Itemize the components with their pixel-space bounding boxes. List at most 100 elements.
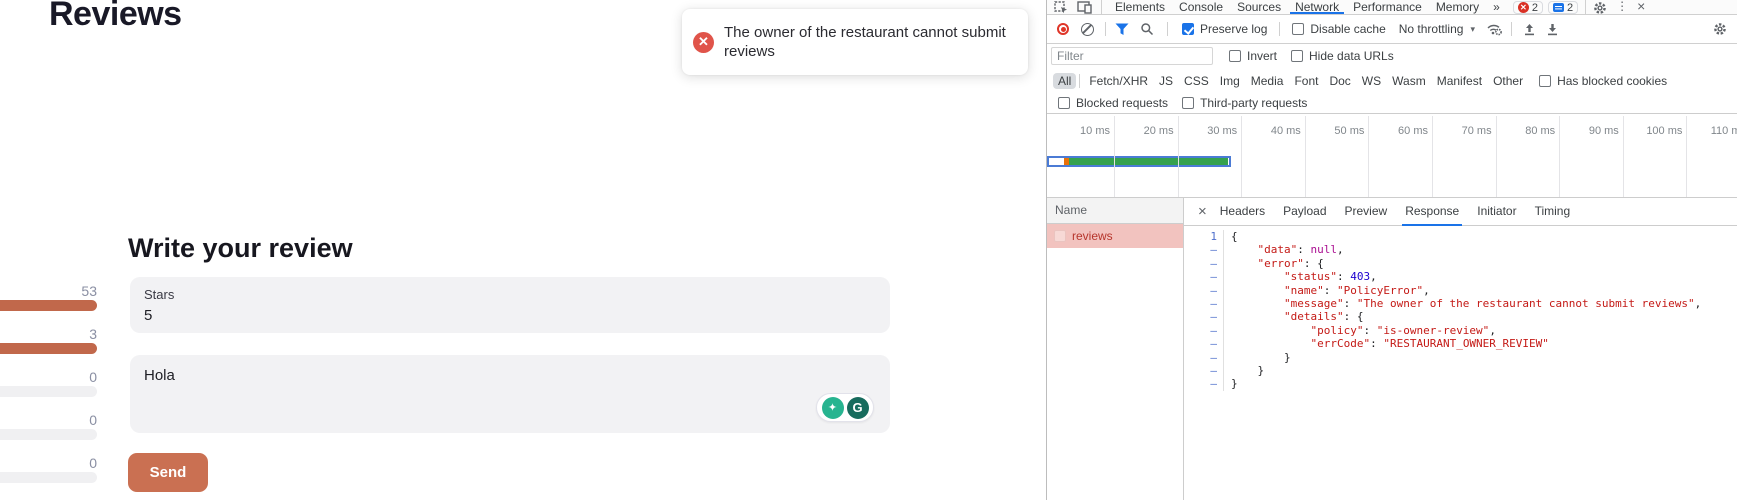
close-detail-icon[interactable]: × (1198, 204, 1207, 219)
filter-input[interactable] (1051, 47, 1213, 65)
throttling-select[interactable]: No throttling (1399, 22, 1464, 36)
filter-funnel-icon[interactable] (1115, 23, 1129, 36)
ruler-tick-label: 30 ms (1207, 125, 1237, 137)
detail-tab-response[interactable]: Response (1405, 198, 1459, 226)
close-devtools-icon[interactable]: × (1637, 0, 1645, 13)
requests-area: Name reviews × Headers Payload Preview Resp… (1047, 198, 1737, 500)
network-conditions-icon[interactable] (1486, 22, 1502, 36)
network-overview-timeline[interactable]: 10 ms20 ms30 ms40 ms50 ms60 ms70 ms80 ms… (1047, 114, 1737, 198)
rating-bar (0, 343, 97, 354)
import-har-icon[interactable] (1523, 23, 1536, 36)
export-har-icon[interactable] (1546, 23, 1559, 36)
detail-tab-payload[interactable]: Payload (1283, 198, 1326, 226)
detail-tab-preview[interactable]: Preview (1345, 198, 1388, 226)
tab-elements[interactable]: Elements (1108, 0, 1172, 14)
rating-histogram: 533000 (0, 284, 97, 499)
request-row-reviews[interactable]: reviews (1047, 224, 1183, 248)
type-filter-img[interactable]: Img (1220, 74, 1240, 88)
request-detail-pane: × Headers Payload Preview Response Initiator… (1184, 198, 1737, 500)
error-count-badge[interactable]: ✕ 2 (1513, 1, 1543, 14)
ruler-tick-label: 10 ms (1080, 125, 1110, 137)
type-filter-wasm[interactable]: Wasm (1392, 74, 1426, 88)
ruler-tick-label: 70 ms (1462, 125, 1492, 137)
divider (1511, 22, 1512, 36)
third-party-requests-checkbox[interactable] (1182, 97, 1194, 109)
error-count: 2 (1532, 2, 1538, 14)
divider (1279, 22, 1280, 36)
code-line: – "error": { (1184, 257, 1737, 270)
code-line: –} (1184, 377, 1737, 390)
clear-network-log-icon[interactable] (1081, 23, 1094, 36)
send-button[interactable]: Send (128, 453, 208, 492)
settings-gear-icon[interactable] (1593, 1, 1607, 15)
ruler-gridline (1114, 116, 1115, 197)
response-code-viewer[interactable]: 1{– "data": null,– "error": {– "status":… (1184, 226, 1737, 500)
line-number: 1 (1184, 230, 1224, 243)
tab-performance[interactable]: Performance (1346, 0, 1429, 14)
waterfall-overview-bar (1047, 156, 1231, 167)
ruler-tick-label: 110 ms (1711, 125, 1737, 137)
name-column-header[interactable]: Name (1047, 198, 1183, 224)
toast-message: The owner of the restaurant cannot submi… (724, 23, 1019, 61)
detail-tab-initiator[interactable]: Initiator (1477, 198, 1516, 226)
type-filter-doc[interactable]: Doc (1329, 74, 1350, 88)
grammarly-widget[interactable]: ✦ G (816, 393, 874, 422)
line-number: – (1184, 310, 1224, 323)
type-filter-fetchxhr[interactable]: Fetch/XHR (1089, 74, 1148, 88)
grammarly-suggestion-icon[interactable]: ✦ (822, 397, 844, 419)
stars-field-label: Stars (144, 287, 174, 302)
type-filter-js[interactable]: JS (1159, 74, 1173, 88)
line-number: – (1184, 297, 1224, 310)
inspect-element-icon[interactable] (1054, 1, 1068, 14)
device-toolbar-icon[interactable] (1077, 1, 1092, 14)
ruler-tick-label: 60 ms (1398, 125, 1428, 137)
ruler-tick-label: 40 ms (1271, 125, 1301, 137)
has-blocked-cookies-checkbox[interactable] (1539, 75, 1551, 87)
divider (1105, 22, 1106, 36)
tab-sources[interactable]: Sources (1230, 0, 1288, 14)
ruler-tick-label: 100 ms (1646, 125, 1682, 137)
type-filter-ws[interactable]: WS (1362, 74, 1381, 88)
detail-tabs-bar: × Headers Payload Preview Response Initiator… (1184, 198, 1737, 226)
stars-field[interactable]: Stars 5 (130, 277, 890, 333)
message-count-badge[interactable]: 2 (1548, 1, 1578, 14)
code-text: "policy": "is-owner-review", (1224, 324, 1496, 337)
type-filter-media[interactable]: Media (1251, 74, 1284, 88)
code-line: – "message": "The owner of the restauran… (1184, 297, 1737, 310)
rating-row: 0 (0, 456, 97, 483)
preserve-log-checkbox[interactable] (1182, 23, 1194, 35)
disable-cache-checkbox[interactable] (1292, 23, 1304, 35)
code-text: "error": { (1224, 257, 1324, 270)
tab-memory[interactable]: Memory (1429, 0, 1486, 14)
type-filter-other[interactable]: Other (1493, 74, 1523, 88)
more-tabs-button[interactable]: » (1486, 0, 1507, 14)
stars-field-value: 5 (144, 307, 152, 324)
line-number: – (1184, 351, 1224, 364)
type-filter-all[interactable]: All (1053, 73, 1076, 89)
review-textarea[interactable]: Hola ✦ G (130, 355, 890, 433)
code-line: – "policy": "is-owner-review", (1184, 324, 1737, 337)
detail-tab-headers[interactable]: Headers (1220, 198, 1265, 226)
line-number: – (1184, 257, 1224, 270)
chevron-down-icon: ▾ (1470, 24, 1475, 35)
type-filter-manifest[interactable]: Manifest (1437, 74, 1482, 88)
detail-tab-timing[interactable]: Timing (1535, 198, 1571, 226)
record-network-log-icon[interactable] (1057, 23, 1069, 35)
search-icon[interactable] (1140, 22, 1154, 36)
ruler-gridline (1178, 116, 1179, 197)
network-settings-gear-icon[interactable] (1713, 22, 1727, 36)
type-filter-font[interactable]: Font (1294, 74, 1318, 88)
type-filter-css[interactable]: CSS (1184, 74, 1209, 88)
grammarly-g-icon[interactable]: G (847, 397, 869, 419)
blocked-requests-checkbox[interactable] (1058, 97, 1070, 109)
hide-data-urls-checkbox[interactable] (1291, 50, 1303, 62)
invert-checkbox[interactable] (1229, 50, 1241, 62)
tab-console[interactable]: Console (1172, 0, 1230, 14)
kebab-menu-icon[interactable]: ⋮ (1616, 0, 1628, 13)
rating-bar (0, 429, 97, 440)
code-line: – "status": 403, (1184, 270, 1737, 283)
code-text: "details": { (1224, 310, 1363, 323)
ruler-gridline (1305, 116, 1306, 197)
divider (1101, 0, 1102, 14)
tab-network[interactable]: Network (1288, 0, 1346, 14)
